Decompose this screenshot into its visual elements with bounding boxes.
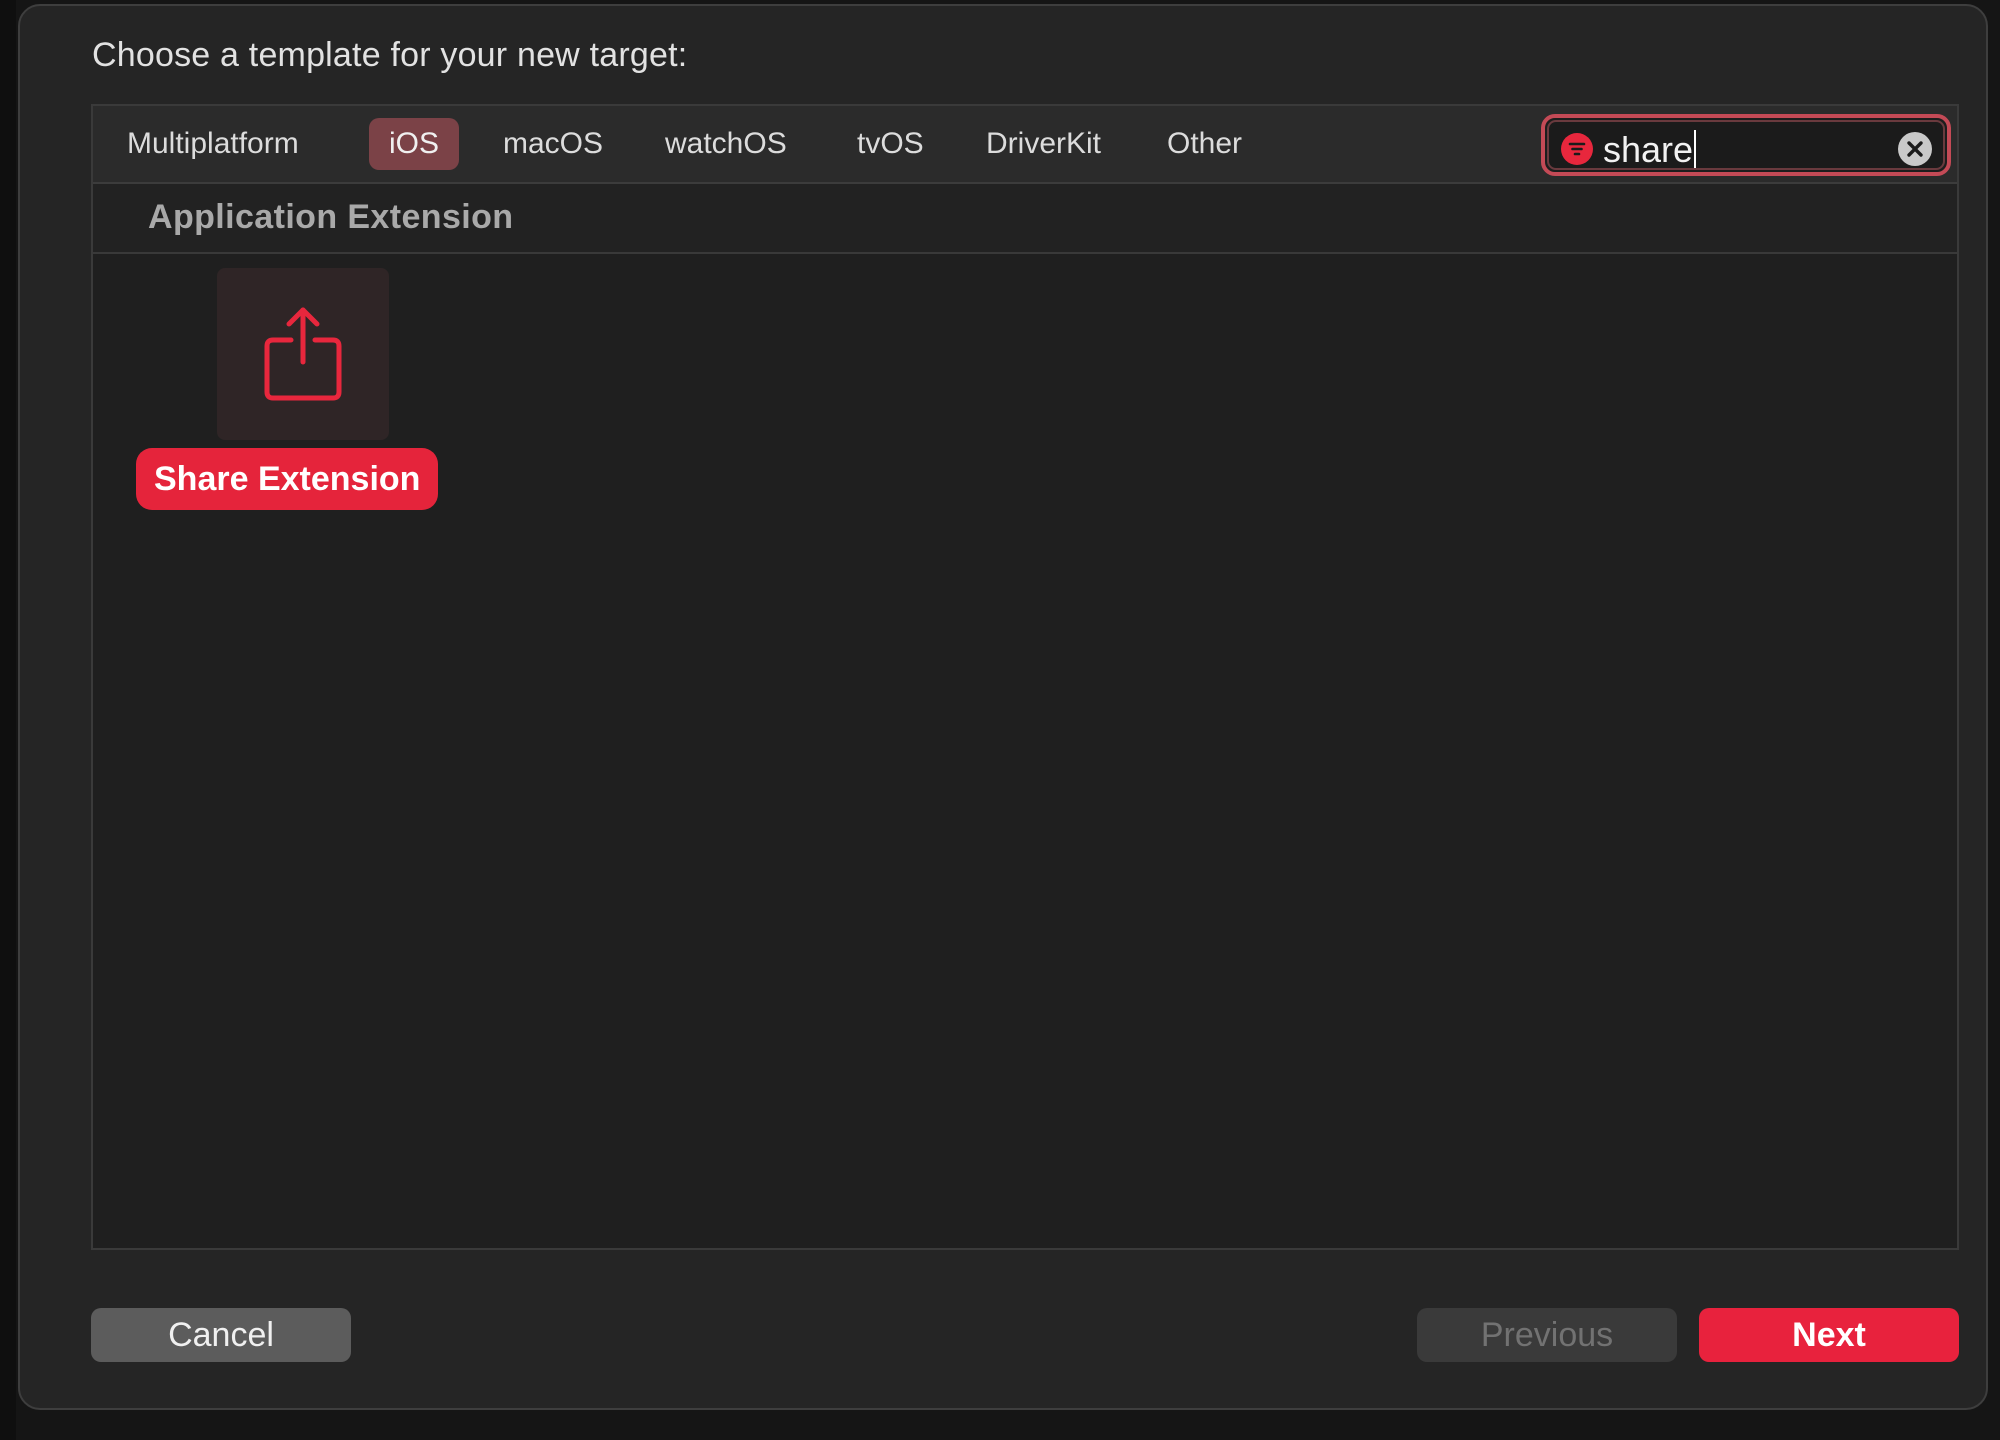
tab-driverkit[interactable]: DriverKit [966,118,1121,170]
section-title: Application Extension [148,198,514,236]
tab-watchos[interactable]: watchOS [645,118,807,170]
previous-button[interactable]: Previous [1417,1308,1677,1362]
dialog-title: Choose a template for your new target: [92,36,688,74]
search-field-inner: share [1547,120,1945,170]
search-field[interactable]: share [1541,114,1951,176]
new-target-sheet: Choose a template for your new target: M… [18,4,1988,1410]
template-share-extension[interactable]: Share Extension [124,268,439,528]
template-icon-background [217,268,389,440]
text-caret [1694,130,1697,168]
tab-ios[interactable]: iOS [369,118,460,170]
search-input-value: share [1603,129,1694,170]
tab-multiplatform[interactable]: Multiplatform [107,118,319,170]
cancel-button[interactable]: Cancel [91,1308,351,1362]
clear-icon[interactable] [1897,131,1933,167]
platform-tab-bar: Multiplatform iOS macOS watchOS tvOS Dri… [93,106,1957,184]
next-button[interactable]: Next [1699,1308,1959,1362]
filter-icon[interactable] [1561,133,1593,165]
template-browser: Multiplatform iOS macOS watchOS tvOS Dri… [91,104,1959,1250]
share-icon [264,307,342,401]
window-edge [0,0,16,1440]
tab-tvos[interactable]: tvOS [837,118,944,170]
tab-other[interactable]: Other [1147,118,1262,170]
tab-macos[interactable]: macOS [483,118,623,170]
search-input[interactable]: share [1603,128,1697,172]
section-header: Application Extension [93,184,1957,254]
template-label: Share Extension [136,448,439,510]
